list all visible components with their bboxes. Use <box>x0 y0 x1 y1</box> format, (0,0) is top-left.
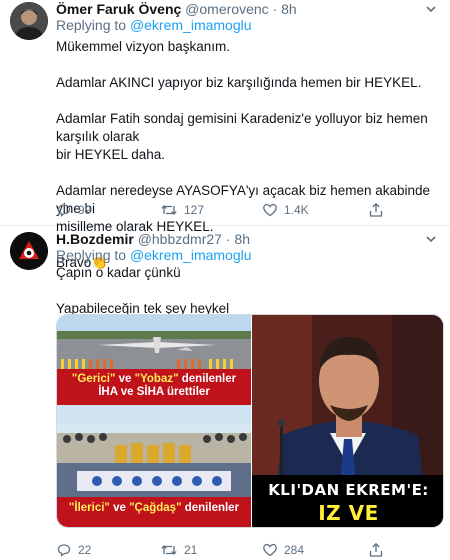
user-handle[interactable]: @omerovenc <box>185 1 268 17</box>
timestamp[interactable]: 8h <box>234 231 250 247</box>
tweet-line: Mükemmel vizyon başkanım. <box>56 39 231 54</box>
replying-to: Replying to @ekrem_imamoglu <box>56 16 252 34</box>
caption-top: "Gerici" ve "Yobaz" denilenler İHA ve Sİ… <box>57 369 251 405</box>
display-name[interactable]: H.Bozdemir <box>56 231 134 247</box>
tweet-text: Çapın o kadar çünkü Yapabileceğin tek şe… <box>56 264 436 318</box>
like-icon <box>263 203 277 217</box>
share-button[interactable] <box>368 540 384 560</box>
tweet-line: bir HEYKEL daha. <box>56 147 166 162</box>
retweet-count: 127 <box>184 203 205 217</box>
avatar[interactable] <box>10 2 48 40</box>
retweet-button[interactable]: 21 <box>160 540 197 560</box>
tweet-media[interactable]: "Gerici" ve "Yobaz" denilenler İHA ve Sİ… <box>56 314 444 528</box>
mention-link[interactable]: @ekrem_imamoglu <box>130 17 252 33</box>
timestamp[interactable]: 8h <box>281 1 297 17</box>
tweet-1[interactable]: Ömer Faruk Övenç @omerovenc · 8h Replyin… <box>0 0 450 270</box>
retweet-icon <box>161 545 177 555</box>
share-button[interactable] <box>368 200 384 220</box>
tweet-2[interactable]: H.Bozdemir @hbbzdmr27 · 8h Replying to @… <box>0 226 450 560</box>
banner-line-2: IZ VE ÇAPSIZSIN! <box>282 501 415 527</box>
like-count: 284 <box>284 543 305 557</box>
caret-down-icon[interactable] <box>424 232 438 248</box>
reply-icon <box>57 204 71 217</box>
reply-count: 99 <box>78 203 92 217</box>
separator-dot: · <box>272 1 278 17</box>
banner-line-1: KLI'DAN EKREM'E: <box>268 481 429 499</box>
retweet-button[interactable]: 127 <box>160 200 204 220</box>
like-icon <box>263 543 277 557</box>
media-photo-right[interactable]: KLI'DAN EKREM'E: IZ VE ÇAPSIZSIN! <box>252 315 443 527</box>
share-icon <box>369 202 383 217</box>
caret-down-icon[interactable] <box>424 2 438 18</box>
tweet-line: Adamlar Fatih sondaj gemisini Karadeniz'… <box>56 111 428 144</box>
replying-prefix: Replying to <box>56 17 127 33</box>
like-button[interactable]: 1.4K <box>262 200 309 220</box>
reply-button[interactable]: 22 <box>56 540 91 560</box>
tweet-line: Çapın o kadar çünkü <box>56 265 181 280</box>
retweet-icon <box>161 205 177 215</box>
like-count: 1.4K <box>284 203 309 217</box>
reply-button[interactable]: 99 <box>56 200 91 220</box>
reply-count: 22 <box>78 543 92 557</box>
tweet-actions: 99 127 1.4K <box>56 200 396 220</box>
tweet-line: Adamlar AKINCI yapıyor biz karşılığında … <box>56 75 422 90</box>
replying-prefix: Replying to <box>56 247 127 263</box>
share-icon <box>369 542 383 557</box>
user-handle[interactable]: @hbbzdmr27 <box>138 231 222 247</box>
tweet-actions: 22 21 284 <box>56 540 396 560</box>
like-button[interactable]: 284 <box>262 540 304 560</box>
avatar[interactable] <box>10 232 48 270</box>
separator-dot: · <box>225 231 231 247</box>
retweet-count: 21 <box>184 543 198 557</box>
display-name[interactable]: Ömer Faruk Övenç <box>56 1 181 17</box>
caption-bottom: "İlerici" ve "Çağdaş" denilenler <box>57 497 251 521</box>
reply-icon <box>57 544 71 557</box>
media-photo-left[interactable]: "Gerici" ve "Yobaz" denilenler İHA ve Sİ… <box>57 315 251 527</box>
replying-to: Replying to @ekrem_imamoglu <box>56 246 252 264</box>
mention-link[interactable]: @ekrem_imamoglu <box>130 247 252 263</box>
